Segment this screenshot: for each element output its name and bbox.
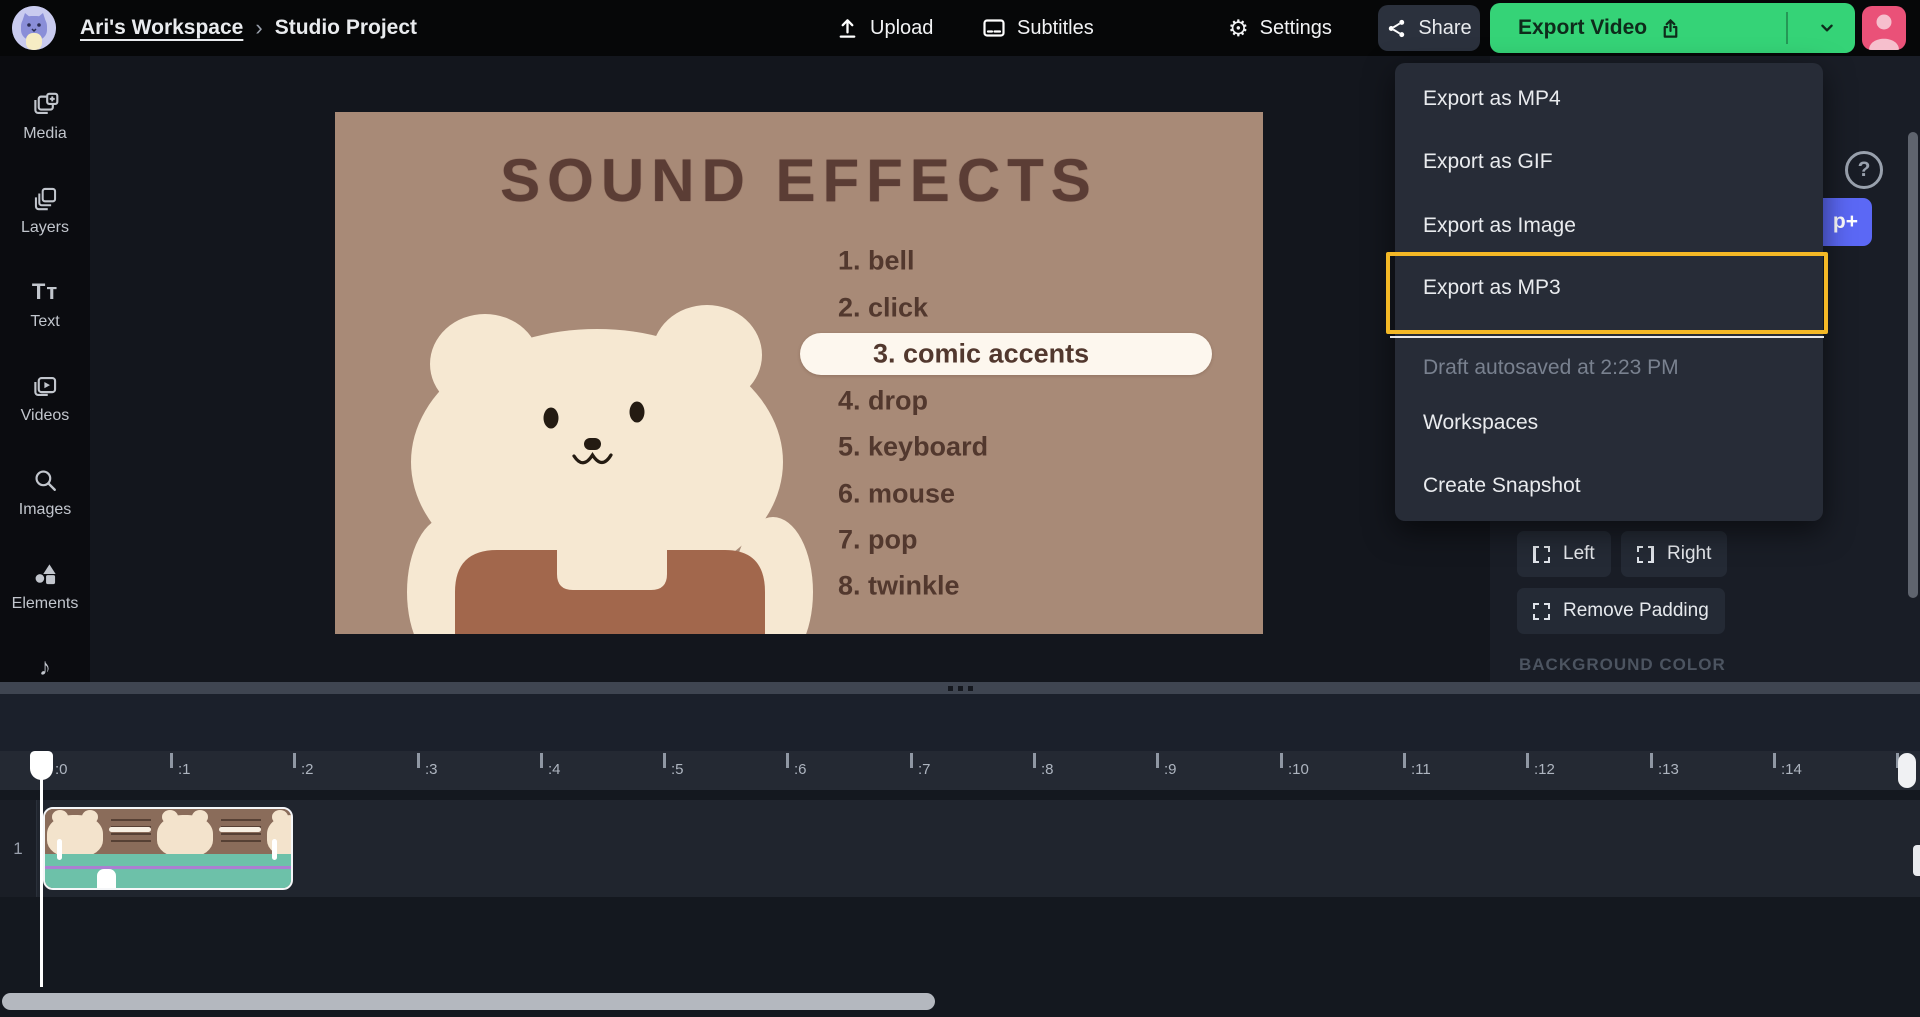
clip-audio-strip — [45, 854, 291, 890]
panel-scrollbar[interactable] — [1908, 132, 1918, 598]
left-sidebar: Media Layers Tᴛ Text Videos Images — [0, 56, 90, 683]
menu-item-export-image[interactable]: Export as Image — [1423, 209, 1793, 243]
export-video-label-group: Export Video — [1518, 3, 1682, 53]
sidebar-item-text[interactable]: Tᴛ Text — [0, 278, 90, 331]
workspace-avatar[interactable] — [12, 6, 56, 50]
workspace-link[interactable]: Ari's Workspace — [80, 16, 243, 40]
padding-left-icon — [1533, 546, 1550, 563]
sidebar-item-videos[interactable]: Videos — [0, 372, 90, 425]
cat-avatar-icon — [12, 6, 56, 50]
chevron-down-icon — [1816, 17, 1838, 39]
sidebar-item-images[interactable]: Images — [0, 466, 90, 519]
padding-right-icon — [1637, 546, 1654, 563]
button-divider — [1786, 12, 1788, 44]
person-icon — [1862, 6, 1906, 50]
clip-waveform — [97, 869, 116, 890]
list-item: 5. keyboard — [838, 432, 988, 463]
subtitles-button[interactable]: Subtitles — [982, 0, 1094, 56]
list-item: 7. pop — [838, 525, 918, 556]
export-dropdown-menu: Export as MP4 Export as GIF Export as Im… — [1395, 63, 1823, 521]
video-preview-canvas[interactable]: SOUND EFFECTS 1. bell 2. click 3. comic … — [335, 112, 1263, 634]
remove-padding-button[interactable]: Remove Padding — [1517, 588, 1725, 634]
top-bar: Ari's Workspace › Studio Project Upload … — [0, 0, 1920, 56]
video-play-icon — [32, 372, 59, 400]
breadcrumb: Ari's Workspace › Studio Project — [80, 0, 417, 56]
timeline-horizontal-scrollbar[interactable] — [2, 993, 935, 1010]
help-button[interactable]: ? — [1845, 151, 1883, 189]
background-color-label: BACKGROUND COLOR — [1519, 655, 1726, 675]
sidebar-item-media[interactable]: Media — [0, 90, 90, 143]
upload-icon — [836, 17, 859, 40]
shapes-icon — [32, 560, 59, 588]
export-icon — [1659, 17, 1682, 40]
list-item: 6. mouse — [838, 479, 955, 510]
magnifier-icon — [32, 466, 58, 494]
timeline-right-edge-marker[interactable] — [1913, 845, 1920, 876]
menu-item-export-mp4[interactable]: Export as MP4 — [1423, 82, 1793, 116]
settings-button[interactable]: ⚙ Settings — [1228, 0, 1332, 56]
help-icon: ? — [1858, 158, 1871, 182]
padding-all-icon — [1533, 603, 1550, 620]
clip-volume-line — [45, 866, 291, 869]
playhead-handle[interactable] — [30, 751, 53, 780]
upload-button[interactable]: Upload — [836, 0, 933, 56]
timeline-ruler[interactable]: :0 :1 :2 :3 :4 :5 :6 :7 :8 :9 :10 :11 :1… — [0, 751, 1920, 790]
playhead-line — [40, 778, 43, 987]
timeline-toolbar: -5s +5s Split 0:00.00 / 0:02.05 — [0, 694, 1920, 751]
user-avatar[interactable] — [1862, 6, 1906, 50]
breadcrumb-separator: › — [255, 15, 262, 41]
handle-dot — [958, 686, 963, 691]
sidebar-item-elements[interactable]: Elements — [0, 560, 90, 613]
export-video-button[interactable]: Export Video — [1490, 3, 1855, 53]
menu-item-export-gif[interactable]: Export as GIF — [1423, 145, 1793, 179]
project-title: Studio Project — [275, 16, 417, 40]
mp3-highlight-underline — [1390, 336, 1824, 338]
video-clip[interactable] — [43, 807, 293, 890]
track-number-gutter: 1 — [0, 800, 37, 897]
timeline-tracks: 1 — [0, 790, 1920, 1017]
gear-icon: ⚙ — [1228, 17, 1249, 40]
thumbnail-text-marks — [111, 819, 151, 845]
share-button[interactable]: Share — [1378, 5, 1480, 51]
thumbnail-bear — [47, 815, 103, 857]
panel-resize-handle[interactable] — [0, 682, 1920, 694]
clip-trim-handle-right[interactable] — [272, 839, 277, 860]
app-window: SOUND EFFECTS 1. bell 2. click 3. comic … — [0, 0, 1920, 1017]
menu-item-create-snapshot[interactable]: Create Snapshot — [1423, 469, 1793, 503]
list-item: 1. bell — [838, 246, 915, 277]
thumbnail-highlight-strip — [109, 827, 151, 832]
autosave-status: Draft autosaved at 2:23 PM — [1423, 351, 1793, 385]
share-icon — [1386, 18, 1407, 39]
list-item-highlighted: 3. comic accents — [873, 339, 1089, 370]
list-item: 8. twinkle — [838, 571, 960, 602]
handle-dot — [968, 686, 973, 691]
track-row-1: 1 — [0, 800, 1920, 897]
thumbnail-text-marks — [221, 819, 261, 845]
thumbnail-bear — [267, 815, 293, 857]
clip-trim-handle-left[interactable] — [57, 839, 62, 860]
media-icon — [32, 90, 59, 118]
list-item: 4. drop — [838, 386, 928, 417]
menu-item-workspaces[interactable]: Workspaces — [1423, 406, 1793, 440]
ruler-end-marker[interactable] — [1898, 753, 1916, 788]
layers-icon — [32, 184, 59, 212]
clip-thumbnail-strip — [45, 809, 291, 854]
thumbnail-bear — [157, 815, 213, 857]
music-note-icon: ♪ — [39, 654, 51, 682]
text-icon: Tᴛ — [32, 278, 58, 306]
handle-dot — [948, 686, 953, 691]
export-options-chevron[interactable] — [1798, 3, 1855, 53]
thumbnail-highlight-strip — [219, 827, 261, 832]
padding-right-button[interactable]: Right — [1621, 531, 1727, 577]
padding-left-button[interactable]: Left — [1517, 531, 1611, 577]
sidebar-item-layers[interactable]: Layers — [0, 184, 90, 237]
mp3-highlight-box — [1386, 252, 1828, 334]
subtitles-icon — [982, 16, 1006, 40]
list-item: 2. click — [838, 293, 928, 324]
